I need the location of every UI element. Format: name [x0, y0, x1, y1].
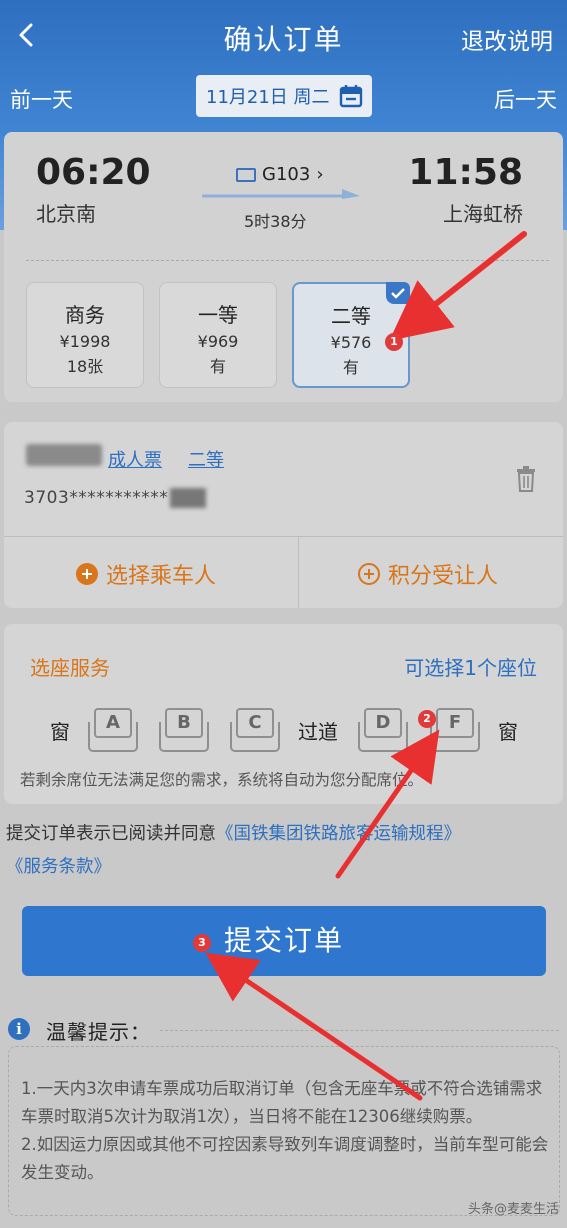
train-number-link[interactable]: G103 ›: [236, 164, 324, 185]
seat-class-name: 二等: [331, 304, 371, 328]
seat-a[interactable]: A: [88, 708, 138, 752]
travel-duration: 5时38分: [244, 212, 307, 231]
seat-class-name: 商务: [65, 303, 105, 327]
divider: [26, 260, 549, 261]
window-label-right: 窗: [498, 720, 518, 744]
tip-item: 2.如因运力原因或其他不可控因素导致列车调度调整时，当前车型可能会发生变动。: [21, 1135, 549, 1182]
seat-letter: A: [94, 708, 132, 738]
seat-letter: D: [364, 708, 402, 738]
id-card-icon: [236, 167, 256, 182]
seat-letter: B: [165, 708, 203, 738]
direction-arrow-icon: [202, 189, 360, 199]
service-terms-link[interactable]: 《服务条款》: [6, 857, 111, 877]
points-beneficiary-button[interactable]: 积分受让人: [358, 558, 498, 590]
window-label-left: 窗: [50, 720, 70, 744]
passenger-seat-class-link[interactable]: 二等: [188, 446, 224, 472]
seat-class-availability: 18张: [66, 357, 104, 376]
divider: [160, 1030, 559, 1031]
seat-b[interactable]: B: [159, 708, 209, 752]
annotation-badge-3: 3: [193, 934, 211, 952]
id-number-redacted: [170, 488, 206, 508]
points-beneficiary-label: 积分受让人: [388, 564, 499, 589]
prev-day-button[interactable]: 前一天: [10, 84, 73, 114]
seat-letter: F: [436, 708, 474, 738]
seat-class-availability: 有: [209, 357, 226, 376]
add-outline-icon: [358, 563, 380, 585]
train-number: G103: [262, 164, 311, 185]
departure-station: 北京南: [36, 202, 96, 226]
info-icon: i: [8, 1018, 30, 1040]
transport-rules-link[interactable]: 《国铁集团铁路旅客运输规程》: [216, 824, 461, 844]
passenger-id-number: 3703***********: [24, 488, 169, 508]
arrival-station: 上海虹桥: [443, 202, 523, 226]
selected-check-icon: [386, 282, 410, 304]
seat-map: 窗 A B C 过道 D F 窗: [4, 708, 563, 754]
tips-title: 温馨提示：: [46, 1020, 151, 1044]
submit-order-button[interactable]: 提交订单: [22, 906, 546, 976]
seat-selection-card: 选座服务 可选择1个座位 窗 A B C 过道 D F 窗 若剩余席位无法满足您…: [4, 624, 563, 804]
seat-d[interactable]: D: [358, 708, 408, 752]
date-selector[interactable]: 11月21日 周二: [196, 75, 372, 117]
trash-icon[interactable]: [515, 466, 537, 492]
aisle-label: 过道: [298, 720, 338, 744]
train-info-card: 06:20 北京南 G103 › 5时38分 11:58 上海虹桥 商务 ¥19…: [4, 132, 563, 402]
seat-f[interactable]: F: [430, 708, 480, 752]
annotation-badge-2: 2: [418, 710, 436, 728]
seat-class-name: 一等: [198, 303, 238, 327]
seat-letter: C: [236, 708, 274, 738]
watermark: 头条@麦麦生活: [467, 1202, 559, 1217]
divider: [4, 536, 563, 537]
agreement-prefix: 提交订单表示已阅读并同意: [6, 824, 216, 844]
chevron-right-icon: ›: [316, 164, 324, 185]
calendar-icon: [339, 85, 363, 108]
seat-class-price: ¥1998: [59, 332, 111, 351]
seat-limit-text: 可选择1个座位: [404, 656, 537, 680]
ticket-type-link[interactable]: 成人票: [108, 446, 162, 472]
date-label: 11月21日 周二: [206, 87, 330, 108]
tips-box: 1.一天内3次申请车票成功后取消订单（包含无座车票或不符合选铺需求车票时取消5次…: [8, 1046, 560, 1216]
seat-service-note: 若剩余席位无法满足您的需求，系统将自动为您分配席位。: [20, 771, 424, 789]
arrival-time: 11:58: [408, 152, 523, 193]
add-circle-icon: [76, 563, 98, 585]
seat-class-first[interactable]: 一等 ¥969 有: [159, 282, 277, 388]
divider: [298, 536, 299, 608]
passenger-name-redacted: [26, 444, 102, 466]
seat-class-price: ¥969: [197, 332, 239, 351]
annotation-badge-1: 1: [385, 333, 403, 351]
seat-class-business[interactable]: 商务 ¥1998 18张: [26, 282, 144, 388]
tip-item: 1.一天内3次申请车票成功后取消订单（包含无座车票或不符合选铺需求车票时取消5次…: [21, 1079, 543, 1126]
departure-time: 06:20: [36, 152, 151, 193]
select-passenger-label: 选择乘车人: [106, 564, 217, 589]
seat-c[interactable]: C: [230, 708, 280, 752]
seat-class-availability: 有: [342, 358, 359, 377]
agreement-text: 提交订单表示已阅读并同意《国铁集团铁路旅客运输规程》《服务条款》: [6, 818, 556, 884]
next-day-button[interactable]: 后一天: [494, 84, 557, 114]
select-passenger-button[interactable]: 选择乘车人: [76, 558, 216, 590]
seat-service-title: 选座服务: [30, 656, 110, 680]
refund-rules-link[interactable]: 退改说明: [461, 22, 553, 56]
passenger-card: 成人票 二等 3703*********** 选择乘车人 积分受让人: [4, 422, 563, 608]
